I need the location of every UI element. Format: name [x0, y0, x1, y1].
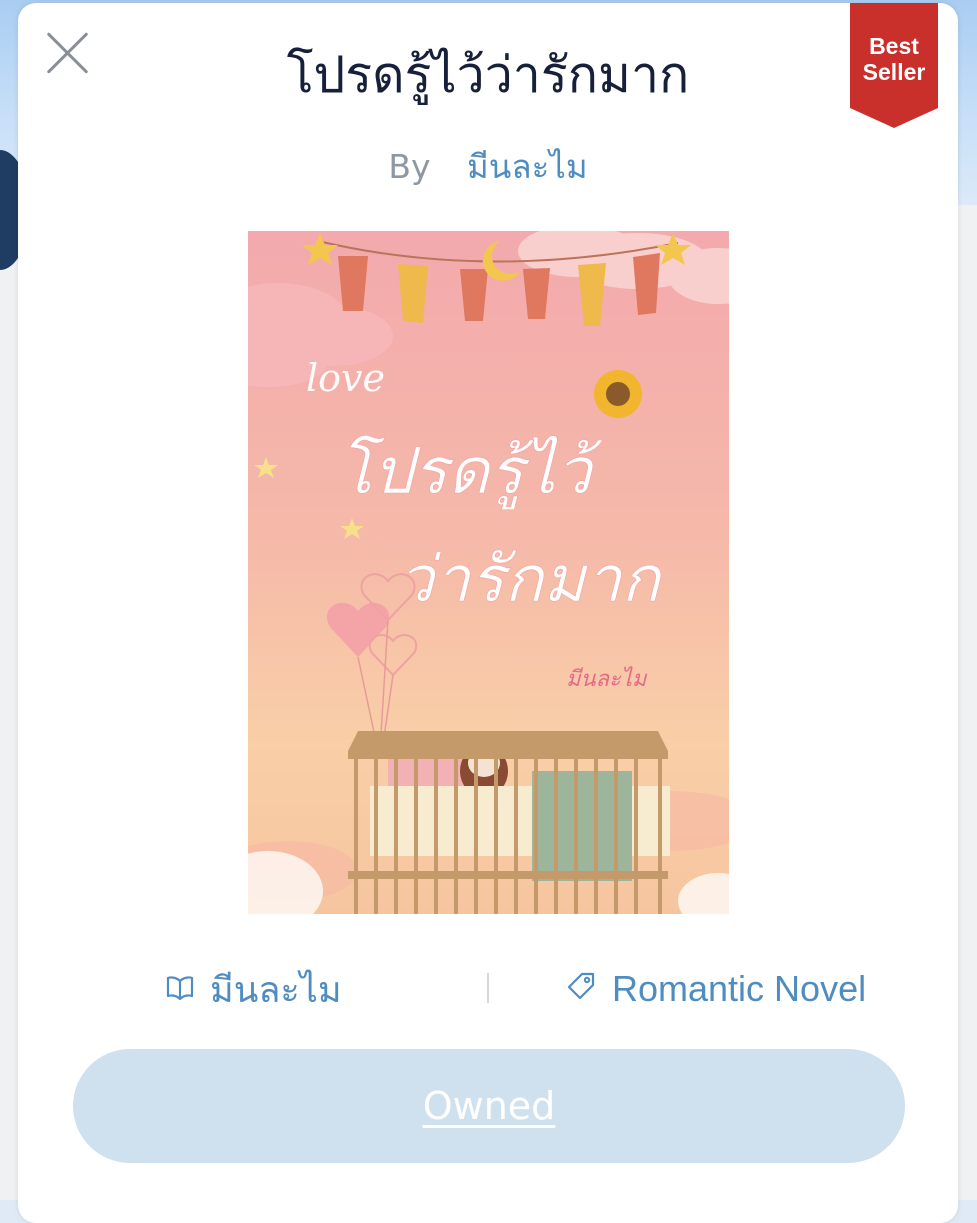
owned-button-label: Owned	[422, 1084, 556, 1128]
book-icon	[166, 969, 194, 1010]
book-detail-modal: โปรดรู้ไว้ว่ารักมาก Best Seller By มีนละ…	[18, 3, 958, 1223]
cover-signature: มีนละไม	[566, 666, 648, 692]
by-label: By	[388, 147, 431, 186]
book-cover: love โปรดรู้ไว้ ว่ารักมาก มีนละไม	[248, 231, 729, 914]
cover-title-line1: โปรดรู้ไว้	[338, 435, 602, 510]
book-meta: มีนละไม Romantic Novel	[18, 961, 958, 1017]
book-title: โปรดรู้ไว้ว่ารักมาก	[286, 46, 690, 104]
best-seller-badge: Best Seller	[850, 3, 938, 128]
meta-divider	[487, 973, 489, 1003]
close-icon[interactable]	[44, 29, 90, 75]
genre-label: Romantic Novel	[612, 968, 867, 1009]
tag-icon	[566, 968, 596, 1010]
sunflower	[594, 370, 642, 418]
author-meta-link[interactable]: มีนละไม	[166, 961, 342, 1017]
genre-link[interactable]: Romantic Novel	[566, 961, 866, 1017]
cover-title-line2: ว่ารักมาก	[398, 543, 663, 617]
owned-button[interactable]: Owned	[73, 1049, 905, 1163]
author-link[interactable]: มีนละไม	[467, 147, 588, 186]
byline: By มีนละไม	[18, 143, 958, 191]
cover-script-word: love	[306, 356, 385, 400]
author-meta-label: มีนละไม	[210, 969, 342, 1011]
best-seller-badge-label: Best Seller	[862, 33, 926, 85]
